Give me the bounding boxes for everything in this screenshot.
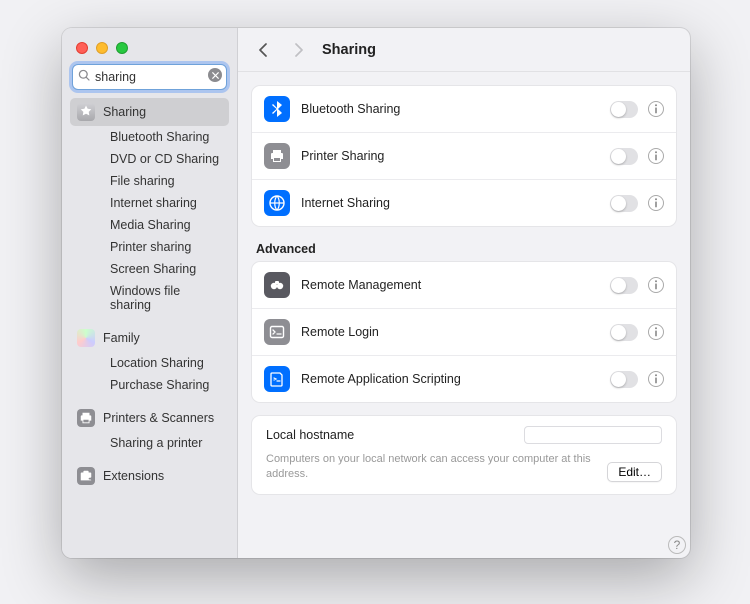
advanced-section-label: Advanced <box>256 242 672 256</box>
bluetooth-sharing-toggle[interactable] <box>610 101 638 118</box>
sidebar-item-dvd-cd-sharing[interactable]: DVD or CD Sharing <box>104 148 229 170</box>
window-controls <box>62 28 237 64</box>
chevron-left-icon <box>259 43 269 57</box>
zoom-window-button[interactable] <box>116 42 128 54</box>
sidebar-item-windows-file-sharing[interactable]: Windows file sharing <box>104 280 229 316</box>
printer-icon <box>264 143 290 169</box>
row-label: Bluetooth Sharing <box>301 102 610 116</box>
system-settings-window: Sharing Bluetooth Sharing DVD or CD Shar… <box>62 28 690 558</box>
topbar: Sharing <box>238 28 690 72</box>
basic-sharing-card: Bluetooth Sharing Printer Sharing <box>252 86 676 226</box>
sidebar-item-media-sharing[interactable]: Media Sharing <box>104 214 229 236</box>
close-icon <box>212 72 219 79</box>
sidebar-item-extensions[interactable]: Extensions <box>70 462 229 490</box>
sharing-icon <box>77 103 95 121</box>
sidebar-item-family[interactable]: Family <box>70 324 229 352</box>
main-panel: Sharing Bluetooth Sharing Printer Sharin… <box>238 28 690 558</box>
sidebar-item-location-sharing[interactable]: Location Sharing <box>104 352 229 374</box>
sidebar-item-sharing-a-printer[interactable]: Sharing a printer <box>104 432 229 454</box>
info-icon <box>654 280 658 290</box>
advanced-sharing-card: Remote Management Remote Login <box>252 262 676 402</box>
clear-search-button[interactable] <box>208 68 222 82</box>
sidebar-item-label: Sharing <box>103 105 146 119</box>
sidebar-item-label: Family <box>103 331 140 345</box>
printer-sharing-toggle[interactable] <box>610 148 638 165</box>
sidebar-item-sharing[interactable]: Sharing <box>70 98 229 126</box>
row-label: Remote Application Scripting <box>301 372 610 386</box>
binoculars-icon <box>264 272 290 298</box>
row-remote-login: Remote Login <box>252 309 676 356</box>
info-icon <box>654 198 658 208</box>
row-label: Remote Login <box>301 325 610 339</box>
row-label: Internet Sharing <box>301 196 610 210</box>
row-bluetooth-sharing: Bluetooth Sharing <box>252 86 676 133</box>
back-button[interactable] <box>254 40 274 60</box>
row-label: Printer Sharing <box>301 149 610 163</box>
terminal-icon <box>264 319 290 345</box>
info-icon <box>654 374 658 384</box>
sidebar-item-printers-scanners[interactable]: Printers & Scanners <box>70 404 229 432</box>
remote-login-toggle[interactable] <box>610 324 638 341</box>
page-title: Sharing <box>322 42 376 58</box>
sidebar-item-internet-sharing[interactable]: Internet sharing <box>104 192 229 214</box>
chevron-right-icon <box>293 43 303 57</box>
sidebar-item-label: Printers & Scanners <box>103 411 214 425</box>
internet-sharing-info[interactable] <box>648 195 664 211</box>
sidebar-item-file-sharing[interactable]: File sharing <box>104 170 229 192</box>
help-button[interactable]: ? <box>668 536 686 554</box>
row-printer-sharing: Printer Sharing <box>252 133 676 180</box>
remote-application-scripting-info[interactable] <box>648 371 664 387</box>
local-hostname-input[interactable] <box>524 426 662 444</box>
search-input[interactable] <box>95 70 204 84</box>
sidebar-item-label: Extensions <box>103 469 164 483</box>
sidebar-item-screen-sharing[interactable]: Screen Sharing <box>104 258 229 280</box>
local-hostname-description: Computers on your local network can acce… <box>266 452 596 482</box>
sidebar-item-printer-sharing[interactable]: Printer sharing <box>104 236 229 258</box>
close-window-button[interactable] <box>76 42 88 54</box>
sidebar-item-purchase-sharing[interactable]: Purchase Sharing <box>104 374 229 396</box>
family-icon <box>77 329 95 347</box>
remote-login-info[interactable] <box>648 324 664 340</box>
info-icon <box>654 151 658 161</box>
row-label: Remote Management <box>301 278 610 292</box>
remote-management-toggle[interactable] <box>610 277 638 294</box>
minimize-window-button[interactable] <box>96 42 108 54</box>
printer-icon <box>77 409 95 427</box>
edit-hostname-button[interactable]: Edit… <box>607 462 662 482</box>
globe-icon <box>264 190 290 216</box>
script-icon <box>264 366 290 392</box>
extensions-icon <box>77 467 95 485</box>
forward-button[interactable] <box>288 40 308 60</box>
row-remote-application-scripting: Remote Application Scripting <box>252 356 676 402</box>
remote-application-scripting-toggle[interactable] <box>610 371 638 388</box>
local-hostname-card: Local hostname Computers on your local n… <box>252 416 676 494</box>
bluetooth-icon <box>264 96 290 122</box>
info-icon <box>654 104 658 114</box>
search-icon <box>78 69 91 82</box>
internet-sharing-toggle[interactable] <box>610 195 638 212</box>
remote-management-info[interactable] <box>648 277 664 293</box>
info-icon <box>654 327 658 337</box>
sidebar-item-bluetooth-sharing[interactable]: Bluetooth Sharing <box>104 126 229 148</box>
printer-sharing-info[interactable] <box>648 148 664 164</box>
bluetooth-sharing-info[interactable] <box>648 101 664 117</box>
row-internet-sharing: Internet Sharing <box>252 180 676 226</box>
search-field[interactable] <box>72 64 227 90</box>
row-remote-management: Remote Management <box>252 262 676 309</box>
sidebar: Sharing Bluetooth Sharing DVD or CD Shar… <box>62 28 238 558</box>
